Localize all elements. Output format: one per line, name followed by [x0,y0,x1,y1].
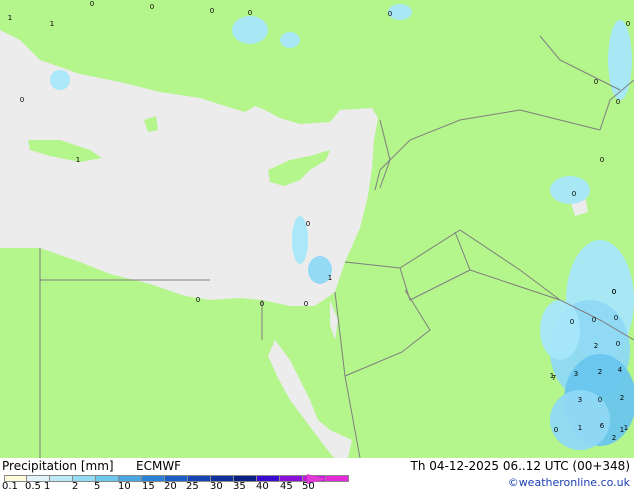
scale-swatch [50,475,73,482]
precip-value-label: 0 [248,9,252,17]
precip-value-label: 7 [552,374,556,382]
precip-value-label: 1 [624,424,628,432]
precip-value-label: 2 [612,434,616,442]
precip-value-label: 1 [578,424,582,432]
precip-value-label: 1 [8,14,12,22]
precip-value-label: 0 [196,296,200,304]
precip-value-label: 1 [76,156,80,164]
precip-area [280,32,300,48]
precip-value-label: 0 [598,396,602,404]
scale-swatch [326,475,349,482]
precipitation-map: 0000001100010010000000002013247302016121 [0,0,634,458]
precip-value-label: 0 [210,7,214,15]
precip-area [608,20,632,100]
precip-value-label: 0 [616,98,620,106]
precip-value-label: 0 [594,78,598,86]
map-title: Precipitation [mm] [2,459,114,473]
precip-value-label: 0 [304,300,308,308]
precip-value-label: 0 [612,288,616,296]
precip-value-label: 3 [574,370,578,378]
precip-value-label: 2 [594,342,598,350]
precip-area [540,300,580,360]
precip-value-label: 0 [614,314,618,322]
precip-value-label: 1 [328,274,332,282]
map-footer: Precipitation [mm] ECMWF Th 04-12-2025 0… [0,458,634,492]
precip-area [550,176,590,204]
precip-value-label: 0 [20,96,24,104]
precip-area [232,16,268,44]
precip-value-label: 1 [50,20,54,28]
precip-value-label: 6 [600,422,605,430]
precip-value-label: 0 [600,156,604,164]
precip-area [50,70,70,90]
precip-value-label: 0 [616,340,620,348]
site-credit-link[interactable]: ©weatheronline.co.uk [508,476,630,489]
precip-value-label: 0 [626,20,630,28]
precip-value-label: 0 [554,426,558,434]
precip-value-label: 0 [260,300,264,308]
precip-value-label: 0 [572,190,576,198]
model-name: ECMWF [136,459,182,473]
precip-value-label: 3 [578,396,582,404]
precip-value-label: 0 [570,318,574,326]
precip-value-label: 2 [598,368,602,376]
precip-value-label: 0 [592,316,596,324]
precip-value-label: 4 [618,366,623,374]
valid-time: Th 04-12-2025 06..12 UTC (00+348) [410,459,630,473]
precip-value-label: 0 [150,3,154,11]
precip-value-label: 0 [388,10,392,18]
precip-value-label: 0 [306,220,310,228]
precip-value-label: 0 [90,0,94,8]
map-canvas: 0 0 0 0 001100 01 0010 0 00000 0 02 01 3 2 473 0 20 1 6 121 [0,0,634,458]
precip-value-label: 2 [620,394,624,402]
